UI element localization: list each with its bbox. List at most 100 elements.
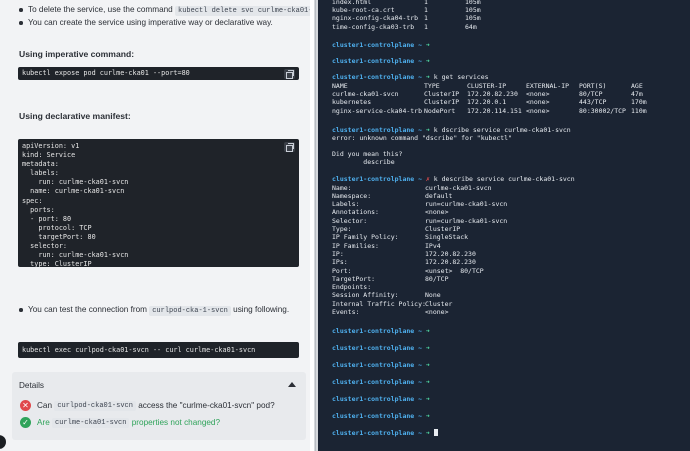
- prompt-line: cluster1-controlplane ~ ➜: [332, 361, 430, 369]
- service-cell: 172.20.114.151: [467, 106, 522, 115]
- service-cell: 172.20.82.230: [467, 90, 518, 98]
- prompt-host: cluster1-controlplane ~: [332, 41, 426, 49]
- describe-field: Namespace:: [332, 191, 372, 200]
- manifest-line: ports:: [22, 205, 55, 214]
- prompt-line: cluster1-controlplane ~ ✗ k describe ser…: [332, 175, 575, 183]
- configmap-row: 64m: [465, 22, 477, 31]
- manifest-line: metadata:: [22, 160, 59, 169]
- create-service-bullet: You can create the service using imperat…: [19, 18, 273, 27]
- configmap-row: nginx-config-cka04-trb: [332, 14, 419, 23]
- prompt-host: cluster1-controlplane ~: [332, 57, 426, 65]
- prompt-arrow-icon: ➜: [425, 412, 430, 420]
- manifest-line: name: curlme-cka01-svcn: [22, 187, 125, 196]
- service-header-cell: NAME: [332, 81, 348, 90]
- manifest-line: - port: 80: [22, 214, 72, 223]
- service-cell: 172.20.0.1: [467, 98, 507, 107]
- delete-service-bullet: To delete the service, use the command k…: [19, 4, 310, 17]
- cursor: [433, 429, 438, 436]
- configmap-row: index.html: [332, 0, 372, 6]
- prompt-arrow-icon: ➜: [425, 344, 430, 352]
- declarative-heading: Using declarative manifest:: [19, 111, 131, 121]
- prompt-host: cluster1-controlplane ~: [332, 361, 426, 369]
- prompt-arrow-icon: ➜: [425, 429, 430, 437]
- copy-button[interactable]: [284, 142, 295, 152]
- manifest-line: protocol: TCP: [22, 223, 92, 232]
- details-panel: Details ✕ Can curlpod-cka01-svcn access …: [12, 372, 306, 440]
- describe-field: SingleStack: [425, 233, 469, 242]
- describe-field: IP Family Policy:: [332, 233, 399, 242]
- describe-field: 172.20.82.230: [425, 258, 476, 267]
- prompt-host: cluster1-controlplane ~: [332, 395, 426, 403]
- describe-field: None: [425, 291, 441, 300]
- prompt-line: cluster1-controlplane ~ ➜: [332, 378, 430, 386]
- prompt-host: cluster1-controlplane ~: [332, 73, 426, 81]
- instructions-panel: To delete the service, use the command k…: [0, 0, 310, 451]
- prompt-line: cluster1-controlplane ~ ➜ k dscribe serv…: [332, 126, 571, 134]
- code-line: kubectl expose pod curlme-cka01 --port=8…: [22, 69, 190, 77]
- service-header-cell: AGE: [631, 81, 643, 90]
- prompt-line: cluster1-controlplane ~ ➜: [332, 412, 430, 420]
- check-text: Are: [37, 418, 50, 427]
- describe-field: <unset> 80/TCP: [425, 266, 484, 275]
- manifest-line: selector:: [22, 242, 68, 251]
- prompt-arrow-icon: ➜: [425, 327, 430, 335]
- imperative-heading: Using imperative command:: [19, 49, 135, 59]
- describe-field: Name:: [332, 183, 352, 192]
- chat-launcher-icon[interactable]: [0, 435, 6, 449]
- hint-line: Did you mean this?: [332, 150, 403, 158]
- describe-field: curlme-cka01-svcn: [425, 183, 492, 192]
- configmap-row: 105m: [465, 6, 481, 15]
- prompt-line: cluster1-controlplane ~ ➜: [332, 344, 430, 352]
- bullet-text: using following.: [233, 305, 290, 314]
- code-line: kubectl exec curlpod-cka01-svcn -- curl …: [22, 346, 256, 354]
- prompt-line: cluster1-controlplane ~ ➜: [332, 429, 438, 437]
- prompt-host: cluster1-controlplane ~: [332, 344, 426, 352]
- describe-field: Labels:: [332, 200, 360, 209]
- describe-field: TargetPort:: [332, 274, 376, 283]
- service-cell: nginx-service-cka04-trb: [332, 106, 423, 115]
- test-code-block: kubectl exec curlpod-cka01-svcn -- curl …: [18, 342, 299, 358]
- command-text: k describe service curlme-cka01-svcn: [429, 175, 575, 183]
- check-text: Can: [37, 401, 53, 410]
- prompt-host: cluster1-controlplane ~: [332, 175, 426, 183]
- terminal[interactable]: index.html 1 105m kube-root-ca.crt 1 105m ngin…: [318, 0, 690, 451]
- describe-field: Selector:: [332, 216, 368, 225]
- manifest-line: type: ClusterIP: [22, 260, 92, 269]
- inline-code: curlpod-cka-1-svcn: [149, 306, 231, 316]
- collapse-caret-icon[interactable]: [288, 382, 296, 387]
- service-cell: ClusterIP: [424, 98, 460, 107]
- describe-field: Type:: [332, 225, 352, 233]
- service-header-cell: TYPE: [424, 81, 440, 90]
- hint-line: describe: [332, 158, 395, 166]
- prompt-host: cluster1-controlplane ~: [332, 378, 426, 386]
- service-header-cell: CLUSTER-IP: [467, 81, 507, 90]
- service-header-cell: EXTERNAL-IP: [526, 81, 570, 90]
- prompt-host: cluster1-controlplane ~: [332, 327, 426, 335]
- service-cell: curlme-cka01-svcn: [332, 90, 399, 98]
- check-text: properties not changed?: [131, 418, 221, 427]
- describe-field: default: [425, 191, 453, 200]
- prompt-host: cluster1-controlplane ~: [332, 412, 426, 420]
- service-cell: ClusterIP: [424, 90, 460, 98]
- describe-field: IPv4: [425, 241, 441, 250]
- details-title: Details: [19, 381, 45, 390]
- describe-field: ClusterIP: [425, 225, 461, 233]
- configmap-row: 1: [424, 14, 428, 23]
- copy-button[interactable]: [284, 68, 295, 79]
- describe-field: Endpoints:: [332, 283, 372, 292]
- prompt-line: cluster1-controlplane ~ ➜: [332, 41, 430, 49]
- prompt-line: cluster1-controlplane ~ ➜: [332, 395, 430, 403]
- inline-code: curlpod-cka01-svcn: [54, 400, 136, 411]
- manifest-line: labels:: [22, 169, 59, 178]
- prompt-arrow-icon: ➜: [425, 395, 430, 403]
- describe-field: Annotations:: [332, 208, 379, 217]
- service-cell: 443/TCP: [579, 98, 607, 107]
- manifest-code-block: apiVersion: v1 kind: Service metadata: lab…: [18, 139, 299, 269]
- describe-field: 172.20.82.230: [425, 249, 476, 258]
- prompt-line: cluster1-controlplane ~ ➜: [332, 327, 430, 335]
- prompt-line: cluster1-controlplane ~ ➜ k get services: [332, 73, 489, 81]
- prompt-host: cluster1-controlplane ~: [332, 126, 426, 134]
- pass-check-icon: ✓: [20, 417, 31, 428]
- describe-field: Port:: [332, 266, 352, 275]
- service-cell: <none>: [526, 90, 550, 98]
